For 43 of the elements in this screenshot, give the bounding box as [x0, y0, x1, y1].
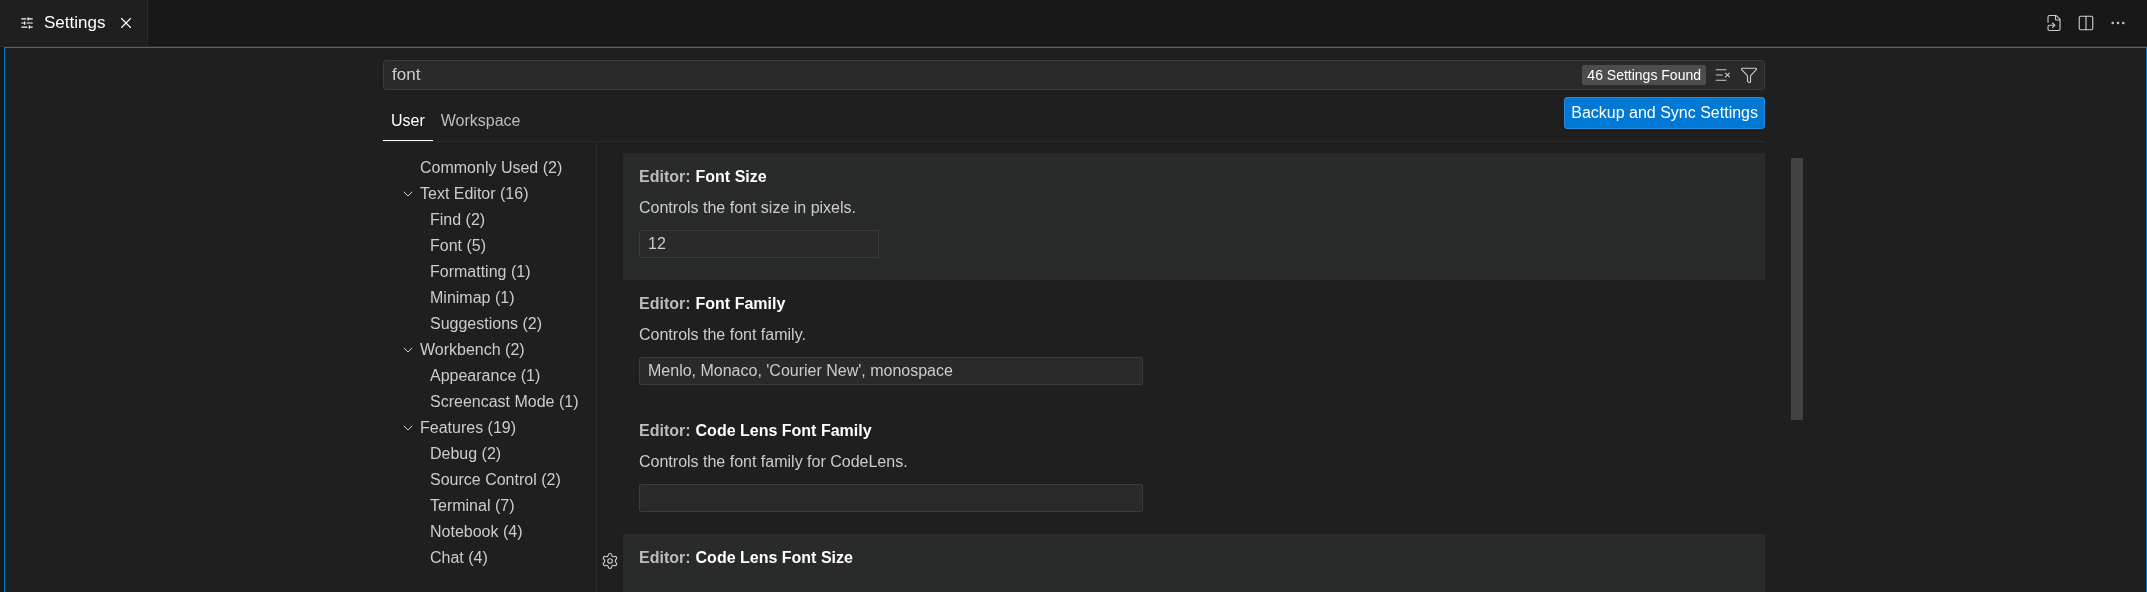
editor-tab[interactable]: Settings: [0, 0, 148, 46]
toc-item[interactable]: Source Control (2): [383, 467, 596, 493]
setting-name: Font Family: [695, 295, 786, 313]
sync-button[interactable]: Backup and Sync Settings: [1564, 97, 1765, 130]
toc-item[interactable]: Features (19): [383, 415, 596, 441]
setting-description: Controls the font family for CodeLens.: [639, 452, 909, 472]
setting-input[interactable]: 12: [639, 230, 879, 258]
toc-item[interactable]: Commonly Used (2): [383, 155, 596, 181]
setting-name: Font Size: [695, 168, 767, 186]
toc-item[interactable]: Minimap (1): [383, 285, 596, 311]
toc-item[interactable]: Screencast Mode (1): [383, 389, 596, 415]
open-file-icon[interactable]: [2045, 14, 2063, 32]
split-editor-icon[interactable]: [2077, 14, 2095, 32]
setting-description: Controls the font family.: [639, 325, 807, 345]
sliders-icon: [20, 16, 34, 30]
gear-icon[interactable]: [601, 552, 619, 570]
setting-category: Editor:: [639, 549, 691, 567]
toc-item[interactable]: Text Editor (16): [383, 181, 596, 207]
setting-input[interactable]: [639, 484, 1143, 512]
search-box[interactable]: font 46 Settings Found: [383, 60, 1765, 90]
scope-tab[interactable]: User: [383, 112, 433, 141]
toc-item[interactable]: Formatting (1): [383, 259, 596, 285]
toc-item[interactable]: Notebook (4): [383, 519, 596, 545]
toc-item[interactable]: Appearance (1): [383, 363, 596, 389]
setting-category: Editor:: [639, 295, 691, 313]
filter-icon[interactable]: [1740, 65, 1758, 84]
result-count: 46 Settings Found: [1582, 64, 1706, 85]
toc-item[interactable]: Terminal (7): [383, 493, 596, 519]
search-field[interactable]: font: [392, 64, 1575, 85]
scope-tab[interactable]: Workspace: [432, 112, 529, 141]
toc-item[interactable]: Chat (4): [383, 545, 596, 571]
toc-item[interactable]: Find (2): [383, 207, 596, 233]
setting-category: Editor:: [639, 422, 691, 440]
setting-name: Code Lens Font Family: [695, 422, 872, 440]
setting-category: Editor:: [639, 168, 691, 186]
toc-item[interactable]: Font (5): [383, 233, 596, 259]
toc-item[interactable]: Workbench (2): [383, 337, 596, 363]
scrollbar-thumb[interactable]: [1791, 158, 1803, 420]
setting-name: Code Lens Font Size: [695, 549, 853, 567]
toc-item[interactable]: Debug (2): [383, 441, 596, 467]
setting-description: Controls the font size in pixels.: [639, 198, 857, 218]
setting-input[interactable]: Menlo, Monaco, 'Courier New', monospace: [639, 357, 1143, 385]
toc-item[interactable]: Suggestions (2): [383, 311, 596, 337]
